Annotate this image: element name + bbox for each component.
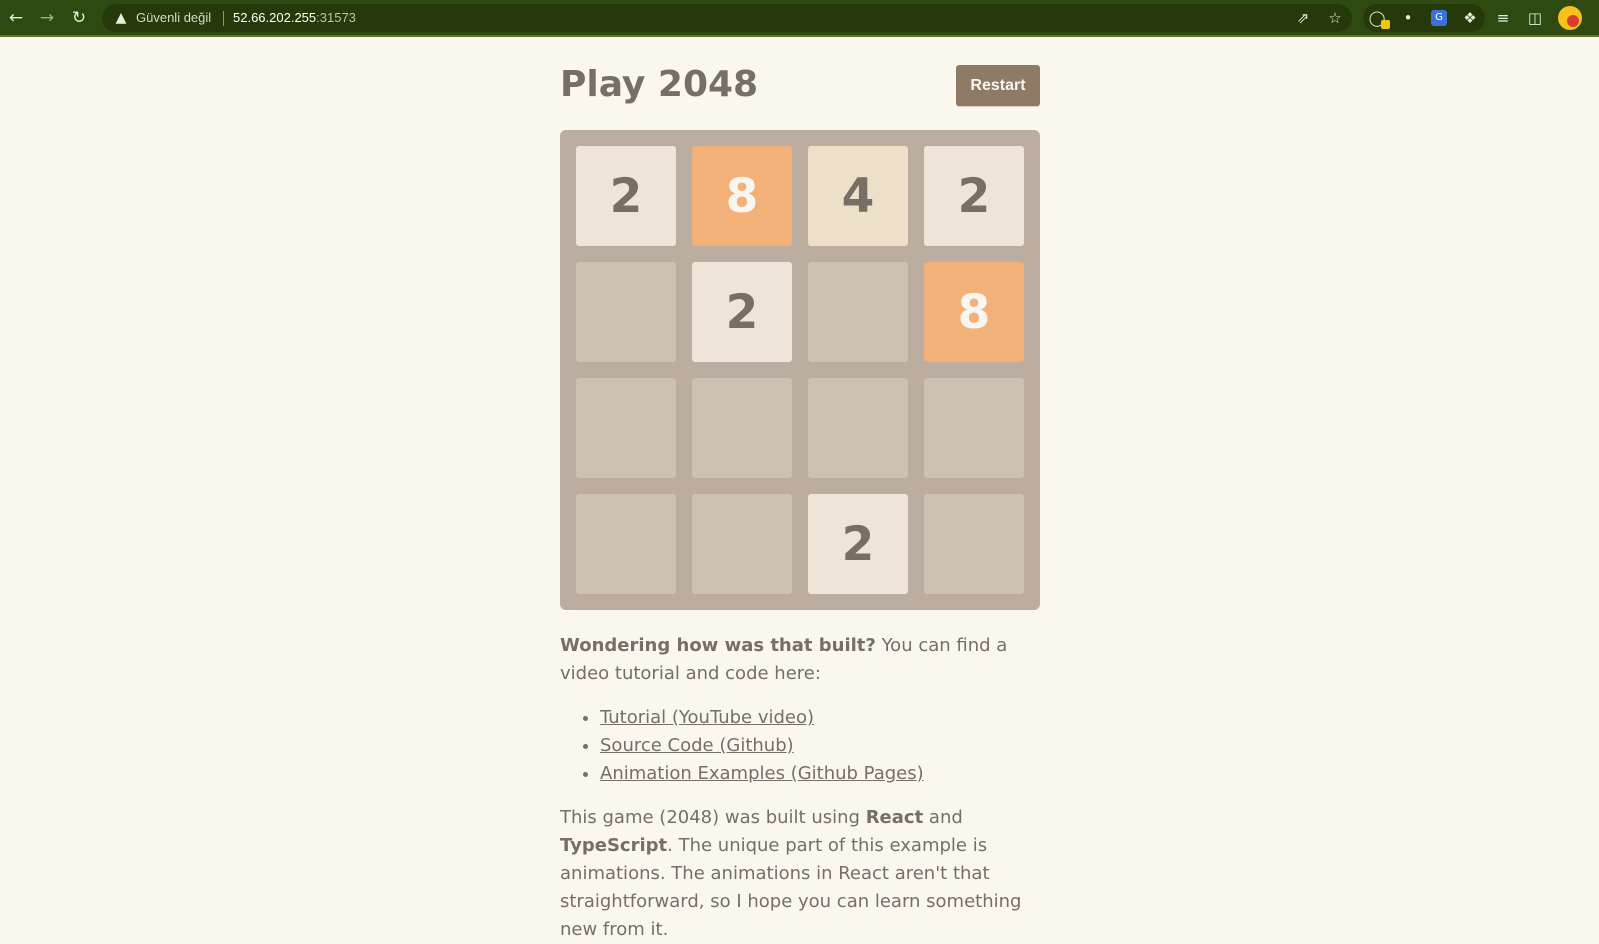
tile-8: 8 [924, 262, 1024, 362]
url-host: 52.66.202.255 [233, 10, 317, 25]
reading-list-icon[interactable]: ≡ [1492, 7, 1514, 29]
info-description: This game (2048) was built using React a… [560, 804, 1040, 944]
empty-cell [576, 494, 676, 594]
empty-cell [808, 262, 908, 362]
security-label[interactable]: Güvenli değil [136, 9, 211, 27]
forward-icon[interactable]: → [35, 6, 59, 30]
empty-cell [924, 494, 1024, 594]
empty-cell [692, 494, 792, 594]
address-bar[interactable]: ▲ Güvenli değil 52.66.202.255:31573 [102, 4, 1352, 32]
list-item: Animation Examples (Github Pages) [600, 760, 1040, 788]
source-code-link[interactable]: Source Code (Github) [600, 735, 794, 756]
divider [223, 11, 224, 26]
side-panel-icon[interactable]: ◫ [1524, 7, 1546, 29]
game-container: Play 2048 Restart 2842282 Wondering how … [560, 38, 1040, 944]
reload-icon[interactable]: ↻ [67, 6, 91, 30]
and-text: and [923, 807, 963, 828]
restart-button[interactable]: Restart [956, 65, 1040, 106]
star-icon[interactable]: ☆ [1324, 7, 1346, 29]
header: Play 2048 Restart [560, 38, 1040, 130]
empty-cell [808, 378, 908, 478]
empty-cell [576, 378, 676, 478]
tutorial-link[interactable]: Tutorial (YouTube video) [600, 707, 814, 728]
share-icon[interactable]: ⇗ [1292, 7, 1314, 29]
avatar[interactable] [1558, 6, 1582, 30]
tile-8: 8 [692, 146, 792, 246]
url-port: :31573 [316, 10, 356, 25]
extension-badge [1381, 20, 1390, 29]
tile-2: 2 [692, 262, 792, 362]
tile-2: 2 [576, 146, 676, 246]
game-board[interactable]: 2842282 [560, 130, 1040, 610]
back-icon[interactable]: ← [4, 6, 28, 30]
tile-4: 4 [808, 146, 908, 246]
typescript-label: TypeScript [560, 835, 668, 856]
empty-cell [692, 378, 792, 478]
url-text[interactable]: 52.66.202.255:31573 [233, 9, 356, 27]
empty-cell [924, 378, 1024, 478]
translate-icon[interactable]: G [1431, 10, 1447, 26]
browser-toolbar: ← → ↻ ▲ Güvenli değil 52.66.202.255:3157… [0, 0, 1599, 37]
empty-cell [576, 262, 676, 362]
info-question-bold: Wondering how was that built? [560, 635, 876, 656]
list-item: Source Code (Github) [600, 732, 1040, 760]
tile-2: 2 [808, 494, 908, 594]
extension-dot-icon[interactable]: • [1397, 7, 1419, 29]
page-title: Play 2048 [560, 64, 759, 105]
list-item: Tutorial (YouTube video) [600, 704, 1040, 732]
link-list: Tutorial (YouTube video) Source Code (Gi… [560, 704, 1040, 788]
animation-examples-link[interactable]: Animation Examples (Github Pages) [600, 763, 924, 784]
tile-2: 2 [924, 146, 1024, 246]
react-label: React [865, 807, 924, 828]
puzzle-icon[interactable]: ❖ [1459, 7, 1481, 29]
info-para-1: This game (2048) was built using [560, 807, 866, 828]
info-section: Wondering how was that built? You can fi… [560, 632, 1040, 944]
info-question: Wondering how was that built? You can fi… [560, 632, 1040, 688]
warning-icon[interactable]: ▲ [112, 9, 130, 27]
